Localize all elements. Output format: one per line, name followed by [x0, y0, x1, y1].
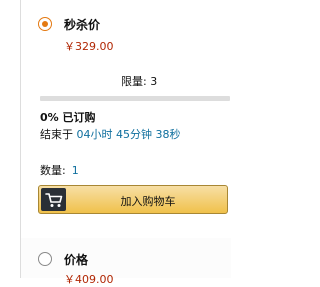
countdown-timer: 04小时 45分钟 38秒 [76, 128, 181, 141]
ends-prefix: 结束于 [40, 128, 73, 141]
regular-option-title: 价格 [64, 253, 89, 267]
deal-ends-text: 结束于 04小时 45分钟 38秒 [40, 126, 180, 142]
deal-price: ￥329.00 [64, 40, 114, 53]
quantity-label: 数量: [40, 164, 66, 177]
radio-selected-icon[interactable] [38, 17, 52, 31]
cart-icon [41, 188, 66, 211]
regular-price: ￥409.00 [64, 273, 114, 286]
limit-label: 限量: [121, 75, 147, 88]
quantity-value[interactable]: 1 [72, 164, 79, 177]
add-to-cart-button[interactable]: 加入购物车 [38, 185, 228, 214]
claimed-progress-bar [40, 96, 230, 101]
quantity-text: 数量: 1 [40, 162, 79, 178]
limit-text: 限量: 3 [121, 73, 157, 89]
add-to-cart-label: 加入购物车 [120, 195, 176, 208]
claimed-text: 0% 已订购 [40, 111, 96, 124]
deal-option-title: 秒杀价 [64, 18, 101, 32]
limit-value: 3 [150, 75, 158, 88]
radio-unselected-icon[interactable] [38, 252, 52, 266]
radio-dot [42, 21, 48, 27]
